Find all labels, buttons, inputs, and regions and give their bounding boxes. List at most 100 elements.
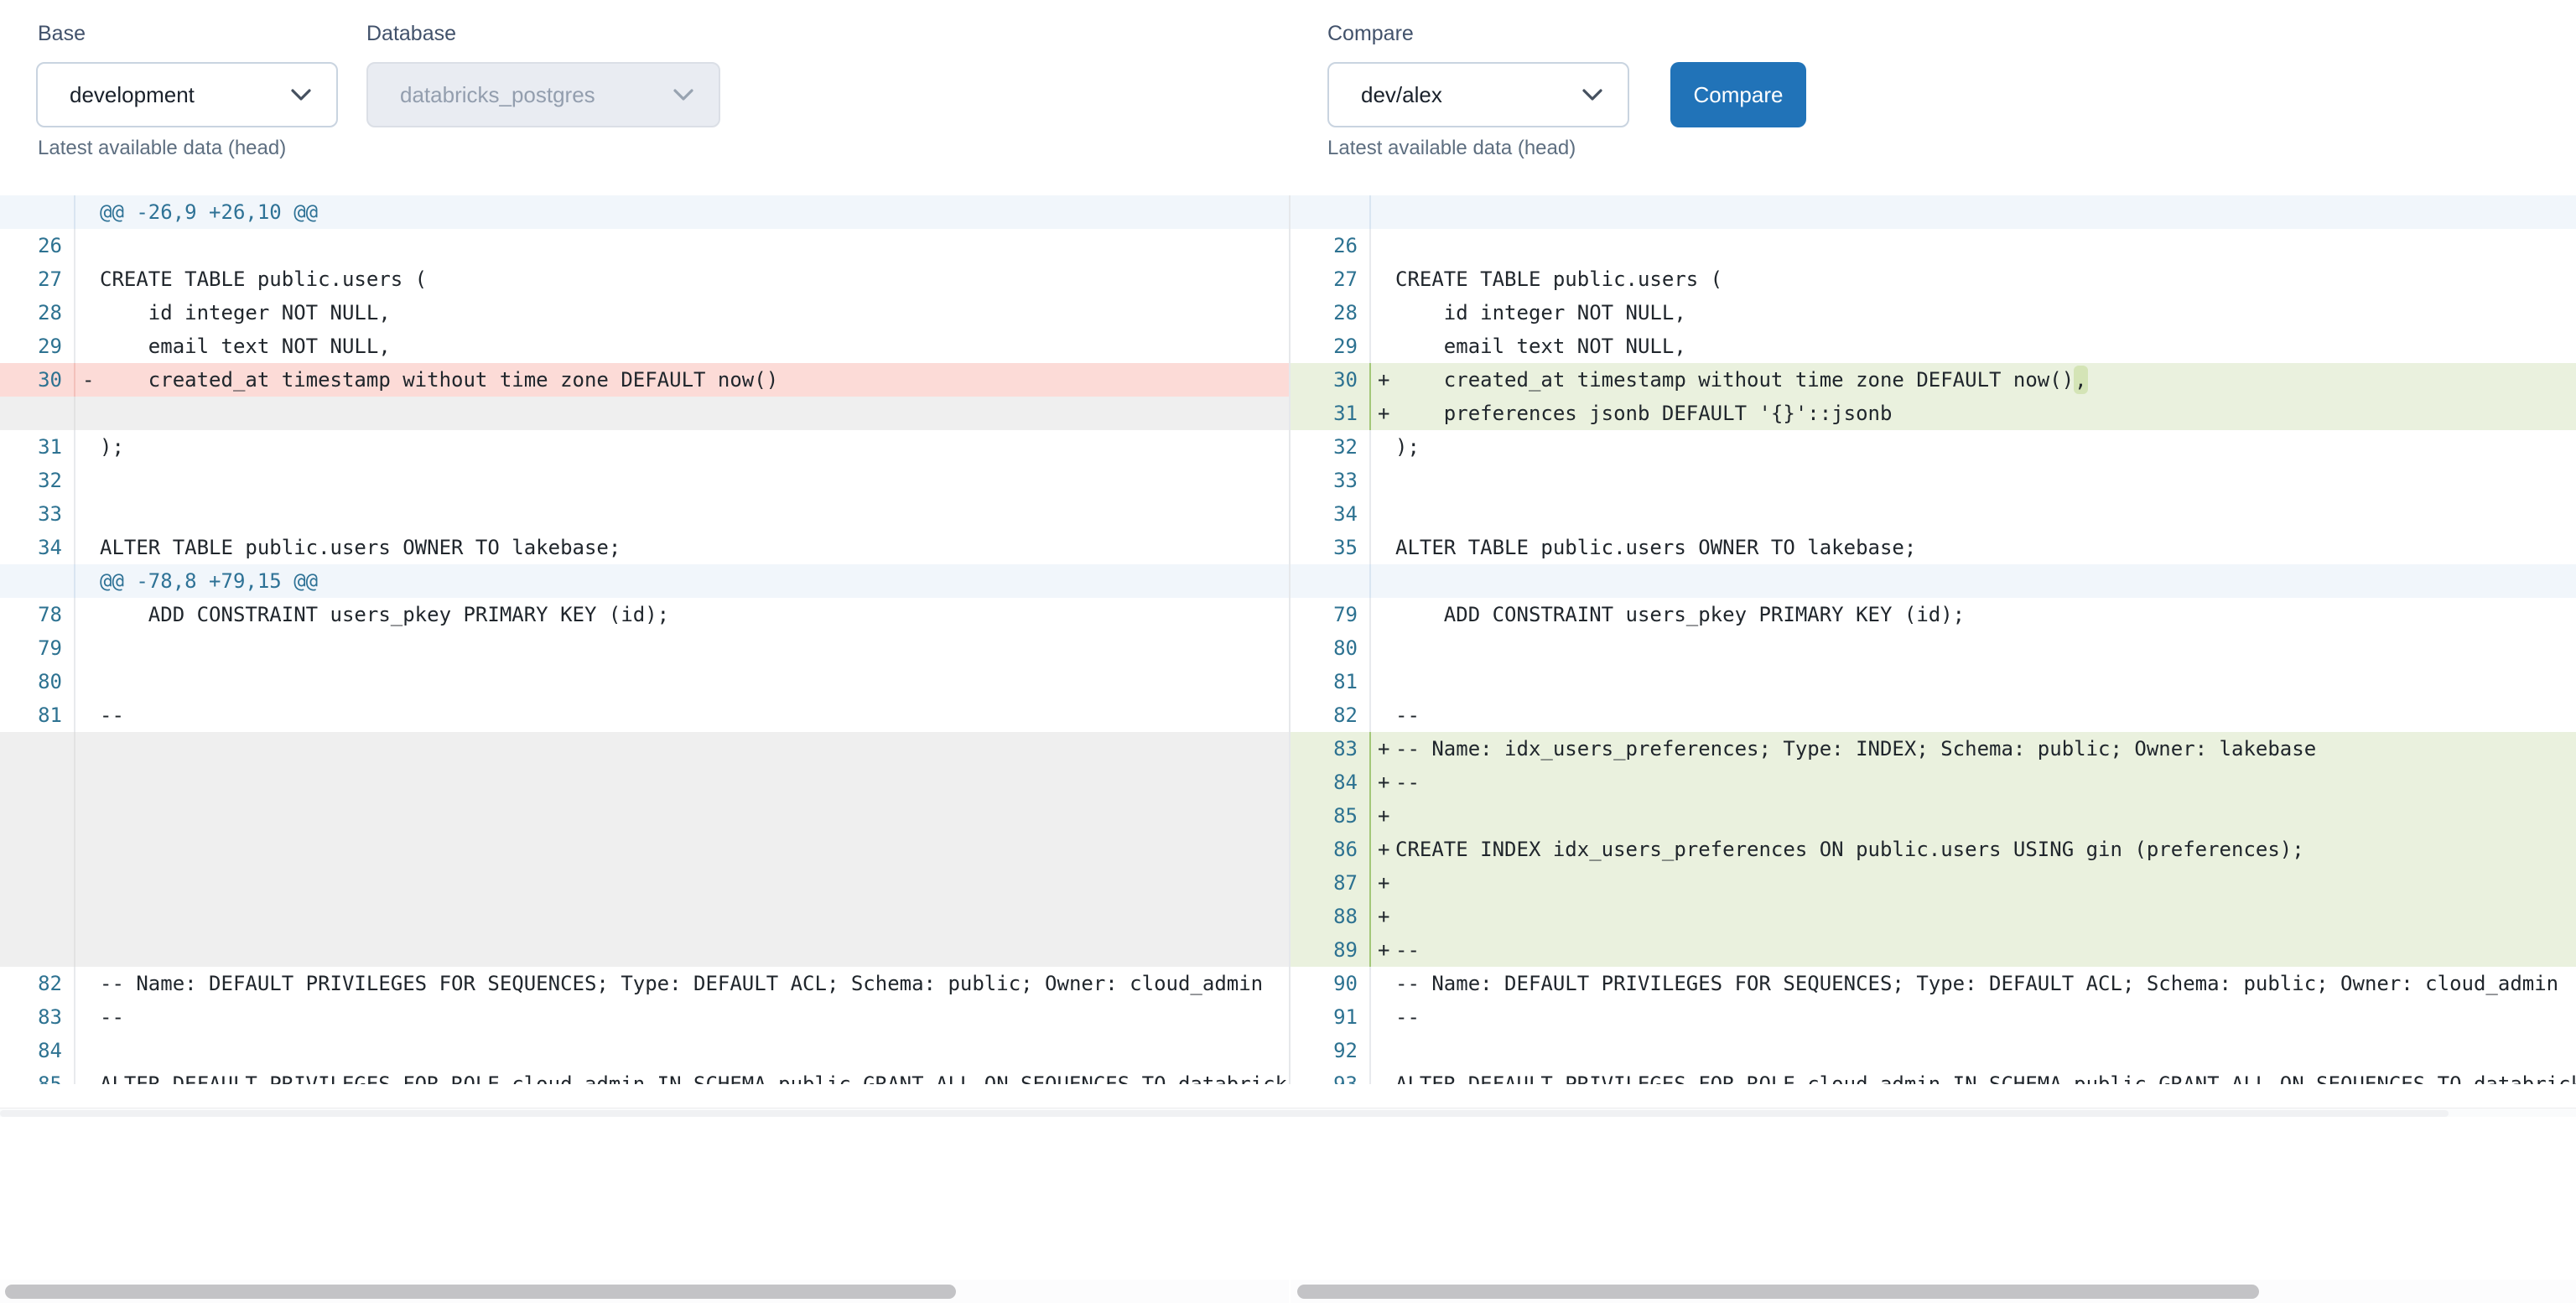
diff-marker: +	[1371, 866, 1395, 900]
line-number: 33	[1291, 464, 1371, 497]
diff-marker	[1371, 430, 1395, 464]
diff-marker	[1371, 330, 1395, 363]
diff-row	[0, 766, 1289, 799]
diff-row: 34	[1291, 497, 2576, 531]
line-number	[0, 564, 75, 598]
diff-row: 35ALTER TABLE public.users OWNER TO lake…	[1291, 531, 2576, 564]
diff-marker	[1371, 598, 1395, 631]
line-number	[0, 195, 75, 229]
diff-row: 82-- Name: DEFAULT PRIVILEGES FOR SEQUEN…	[0, 967, 1289, 1000]
diff-row: 30+ created_at timestamp without time zo…	[1291, 363, 2576, 397]
diff-marker	[1371, 1034, 1395, 1067]
diff-marker	[75, 397, 100, 430]
diff-marker: +	[1371, 732, 1395, 766]
chevron-down-icon	[673, 89, 693, 101]
diff-marker	[1371, 967, 1395, 1000]
code-line: preferences jsonb DEFAULT '{}'::jsonb	[1395, 397, 2576, 430]
code-line	[1395, 497, 2576, 531]
line-number: 88	[1291, 900, 1371, 933]
diff-row: 81--	[0, 698, 1289, 732]
line-number: 84	[0, 1034, 75, 1067]
code-line	[1395, 229, 2576, 262]
compare-select[interactable]: dev/alex	[1327, 62, 1629, 127]
compare-caption: Latest available data (head)	[1327, 136, 1576, 161]
diff-marker	[75, 799, 100, 833]
code-line	[100, 732, 1289, 766]
diff-marker	[75, 296, 100, 330]
diff-row: 29 email text NOT NULL,	[0, 330, 1289, 363]
line-number: 89	[1291, 933, 1371, 967]
page-scrollbar-thumb[interactable]	[0, 1110, 2449, 1117]
diff-marker: +	[1371, 766, 1395, 799]
line-number: 82	[0, 967, 75, 1000]
line-number: 82	[1291, 698, 1371, 732]
line-number: 33	[0, 497, 75, 531]
line-number: 31	[1291, 397, 1371, 430]
database-select[interactable]: databricks_postgres	[366, 62, 720, 127]
diff-row: 83+-- Name: idx_users_preferences; Type:…	[1291, 732, 2576, 766]
diff-marker	[75, 598, 100, 631]
base-pane-scrollbar-thumb[interactable]	[5, 1285, 956, 1299]
diff-marker	[1371, 464, 1395, 497]
line-number: 28	[0, 296, 75, 330]
chevron-down-icon	[291, 89, 311, 101]
line-number	[0, 933, 75, 967]
compare-pane-scrollbar-thumb[interactable]	[1297, 1285, 2259, 1299]
diff-view: @@ -26,9 +26,10 @@2627CREATE TABLE publi…	[0, 195, 2576, 1117]
line-number: 85	[1291, 799, 1371, 833]
base-select[interactable]: development	[36, 62, 338, 127]
diff-row: 80	[0, 665, 1289, 698]
code-line: ADD CONSTRAINT users_pkey PRIMARY KEY (i…	[1395, 598, 2576, 631]
code-line	[100, 665, 1289, 698]
line-number	[0, 866, 75, 900]
code-line	[100, 229, 1289, 262]
word-diff-highlight: ,	[2074, 366, 2087, 394]
line-number: 35	[1291, 531, 1371, 564]
diff-row: @@ -78,8 +79,15 @@	[0, 564, 1289, 598]
code-line: created_at timestamp without time zone D…	[100, 363, 1289, 397]
line-number: 30	[1291, 363, 1371, 397]
code-line	[1395, 631, 2576, 665]
diff-row	[1291, 564, 2576, 598]
line-number: 32	[1291, 430, 1371, 464]
line-number: 27	[1291, 262, 1371, 296]
code-line: CREATE TABLE public.users (	[1395, 262, 2576, 296]
diff-row: @@ -26,9 +26,10 @@	[0, 195, 1289, 229]
diff-row: 29 email text NOT NULL,	[1291, 330, 2576, 363]
code-line: id integer NOT NULL,	[100, 296, 1289, 330]
diff-marker: +	[1371, 933, 1395, 967]
line-number	[0, 397, 75, 430]
code-line: );	[1395, 430, 2576, 464]
diff-row: 33	[0, 497, 1289, 531]
diff-row: 90-- Name: DEFAULT PRIVILEGES FOR SEQUEN…	[1291, 967, 2576, 1000]
code-line	[100, 766, 1289, 799]
diff-row: 92	[1291, 1034, 2576, 1067]
diff-row: 33	[1291, 464, 2576, 497]
base-pane-horizontal-scrollbar	[0, 1280, 1289, 1303]
database-label: Database	[366, 20, 456, 47]
line-number: 81	[0, 698, 75, 732]
hunk-header: @@ -78,8 +79,15 @@	[100, 564, 1289, 598]
diff-row: 34ALTER TABLE public.users OWNER TO lake…	[0, 531, 1289, 564]
diff-marker	[75, 665, 100, 698]
diff-row	[0, 900, 1289, 933]
diff-row: 27CREATE TABLE public.users (	[0, 262, 1289, 296]
diff-marker	[75, 430, 100, 464]
code-line: CREATE TABLE public.users (	[100, 262, 1289, 296]
diff-row: 87+	[1291, 866, 2576, 900]
compare-button[interactable]: Compare	[1670, 62, 1806, 127]
line-number: 87	[1291, 866, 1371, 900]
diff-marker	[75, 1034, 100, 1067]
line-number: 86	[1291, 833, 1371, 866]
diff-marker	[1371, 631, 1395, 665]
code-line: email text NOT NULL,	[100, 330, 1289, 363]
line-number: 84	[1291, 766, 1371, 799]
compare-select-value: dev/alex	[1361, 82, 1442, 108]
diff-marker	[75, 229, 100, 262]
code-line	[1395, 900, 2576, 933]
line-number: 80	[1291, 631, 1371, 665]
diff-marker	[1371, 698, 1395, 732]
code-line: ALTER DEFAULT PRIVILEGES FOR ROLE cloud_…	[100, 1067, 1289, 1084]
code-line: --	[1395, 698, 2576, 732]
hunk-header	[1395, 564, 2576, 598]
